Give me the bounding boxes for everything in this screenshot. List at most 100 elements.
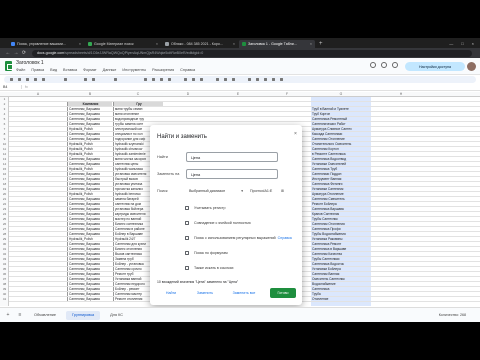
reload-icon[interactable]: ⟳ [20,50,28,56]
merge-icon[interactable] [200,78,203,81]
help-link[interactable]: Справка [278,236,292,240]
browser-tab[interactable]: Облако - 084 385 2021 - Коро... × [162,40,238,48]
checkbox[interactable] [185,206,189,210]
row-number[interactable]: 40 [0,292,9,296]
meet-icon[interactable] [392,62,398,68]
avatar[interactable] [467,62,476,71]
row-number[interactable]: 25 [0,217,9,221]
align-icon[interactable] [216,78,219,81]
row-number[interactable]: 28 [0,232,9,236]
text-color-icon[interactable] [168,78,171,81]
row-number[interactable]: 21 [0,197,9,201]
row-number[interactable]: 12 [0,152,9,156]
checkbox[interactable] [185,236,189,240]
row-number[interactable]: 33 [0,257,9,261]
close-tab-icon[interactable]: × [156,42,158,46]
row-number[interactable]: 10 [0,142,9,146]
done-button[interactable]: Готово [270,288,296,298]
valign-icon[interactable] [224,78,227,81]
row-number[interactable]: 17 [0,177,9,181]
zoom-icon[interactable] [64,78,67,81]
sheet-tab-active[interactable]: Группировка [66,310,101,320]
row-number[interactable]: 9 [0,137,9,141]
print-icon[interactable] [34,78,37,81]
option-formulas[interactable]: Поиск по формулам [185,251,228,255]
row-number[interactable]: 23 [0,207,9,211]
find-input[interactable]: Цена [186,152,278,162]
currency-icon[interactable] [84,78,87,81]
row-number[interactable]: 31 [0,247,9,251]
comments-icon[interactable] [381,62,387,68]
row-number[interactable]: 39 [0,287,9,291]
menu-edit[interactable]: Правка [31,68,44,72]
menu-extensions[interactable]: Расширения [152,68,174,72]
sheet-tab[interactable]: Для КС [104,311,129,320]
menu-tools[interactable]: Инструменты [122,68,146,72]
italic-icon[interactable] [152,78,155,81]
row-number[interactable]: 35 [0,267,9,271]
row-number[interactable]: 22 [0,202,9,206]
close-tab-icon[interactable]: × [310,42,312,46]
row-number[interactable]: 11 [0,147,9,151]
option-links[interactable]: Также искать в ссылках [185,266,234,270]
replace-input[interactable]: Цена [186,169,278,179]
new-tab-button[interactable]: + [316,40,326,48]
checkbox[interactable] [185,221,189,225]
browser-tab[interactable]: Google Материал поиск × [85,40,161,48]
link-icon[interactable] [248,78,251,81]
search-menu-icon[interactable] [10,78,13,81]
checkbox[interactable] [185,266,189,270]
row-number[interactable]: 3 [0,107,9,111]
menu-data[interactable]: Данные [103,68,117,72]
find-button[interactable]: Найти [156,288,186,298]
wrap-icon[interactable] [232,78,235,81]
row-number[interactable]: 29 [0,237,9,241]
option-regex[interactable]: Поиск с использованием регулярных выраже… [185,236,292,240]
comment-icon[interactable] [256,78,259,81]
sheet-tab[interactable]: Объявление [28,311,62,320]
close-window-icon[interactable]: × [472,41,474,46]
row-number[interactable]: 5 [0,117,9,121]
close-tab-icon[interactable]: × [233,42,235,46]
strikethrough-icon[interactable] [160,78,163,81]
minimize-icon[interactable]: — [449,41,453,46]
history-icon[interactable] [370,62,376,68]
borders-icon[interactable] [192,78,195,81]
row-number[interactable]: 27 [0,227,9,231]
option-entire-cell[interactable]: Совпадение с ячейкой полностью [185,221,251,225]
row-number[interactable]: 26 [0,222,9,226]
font-icon[interactable] [114,78,117,81]
url-input[interactable]: docs.google.com/spreadsheets/d/1C6eJJWRa… [32,49,472,57]
row-number[interactable]: 1 [0,97,9,101]
menu-help[interactable]: Справка [180,68,195,72]
row-number[interactable]: 14 [0,162,9,166]
replace-all-button[interactable]: Заменить все [226,288,262,298]
table-cell[interactable]: Отопление [311,297,371,301]
row-number[interactable]: 16 [0,172,9,176]
row-number[interactable]: 24 [0,212,9,216]
undo-icon[interactable] [18,78,21,81]
replace-button[interactable]: Заменить [190,288,220,298]
close-icon[interactable]: × [294,131,297,137]
search-scope-select[interactable]: Выбранный диапазон ▾ [186,186,246,196]
fill-color-icon[interactable] [184,78,187,81]
table-cell[interactable]: Сантехник_Варшава [67,297,112,301]
share-button[interactable]: Настройки доступа [405,62,465,71]
menu-view[interactable]: Вид [50,68,57,72]
row-number[interactable]: 6 [0,122,9,126]
bold-icon[interactable] [144,78,147,81]
functions-icon[interactable] [280,78,283,81]
menu-format[interactable]: Формат [83,68,97,72]
row-number[interactable]: 34 [0,262,9,266]
row-number[interactable]: 13 [0,157,9,161]
row-number[interactable]: 19 [0,187,9,191]
sheets-logo-icon[interactable] [5,61,13,71]
name-box[interactable]: B4 [0,85,22,89]
row-number[interactable]: 4 [0,112,9,116]
filter-icon[interactable] [272,78,275,81]
browser-tab[interactable]: Поиск, управление вашими... × [8,40,84,48]
row-number[interactable]: 18 [0,182,9,186]
row-number[interactable]: 7 [0,127,9,131]
back-icon[interactable]: ← [4,50,12,56]
row-number[interactable]: 32 [0,252,9,256]
